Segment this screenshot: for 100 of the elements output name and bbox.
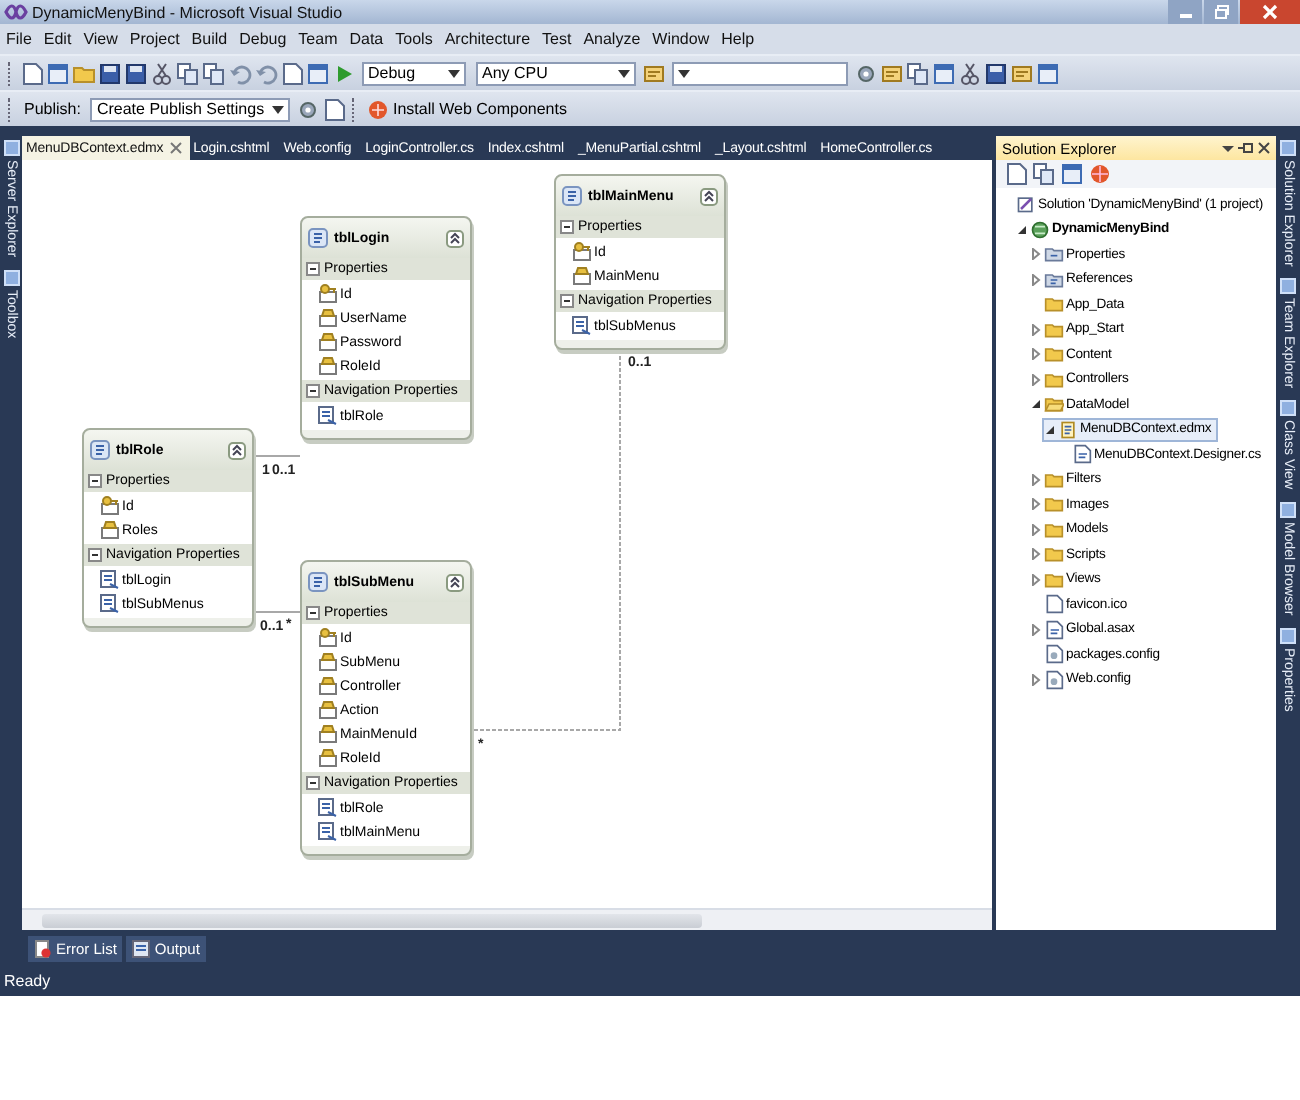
restore-button[interactable] — [1204, 0, 1238, 24]
collapsed-arrow-icon[interactable] — [1030, 348, 1042, 361]
close-button[interactable] — [1240, 0, 1300, 24]
menu-item[interactable]: Edit — [43, 30, 72, 48]
expanded-arrow-icon[interactable] — [1016, 223, 1028, 236]
menu-item[interactable]: Test — [542, 30, 572, 48]
window-icon[interactable] — [1060, 162, 1084, 186]
window-title: DynamicMenyBind - Microsoft Visual Studio — [32, 3, 343, 21]
expanded-arrow-icon[interactable] — [1030, 398, 1042, 411]
navigation-property-icon — [318, 406, 338, 426]
copy-icon[interactable] — [176, 61, 200, 85]
collapsed-arrow-icon[interactable] — [1030, 573, 1042, 586]
solution-icon — [1016, 194, 1036, 215]
entity-icon — [562, 186, 582, 206]
menu-item[interactable]: Data — [349, 30, 384, 48]
collapsed-arrow-icon[interactable] — [1030, 273, 1042, 286]
error-list-icon — [34, 939, 52, 957]
file-icon — [1044, 594, 1064, 615]
expanded-arrow-icon[interactable] — [1044, 423, 1056, 436]
collapsed-arrow-icon[interactable] — [1030, 523, 1042, 536]
entity-icon — [308, 572, 328, 592]
menu-item[interactable]: Tools — [395, 30, 433, 48]
page-icon[interactable] — [20, 61, 44, 85]
minimize-button[interactable] — [1168, 0, 1202, 24]
window-icon — [1280, 140, 1296, 156]
horizontal-scrollbar[interactable] — [22, 908, 992, 930]
folder-icon — [1044, 519, 1064, 540]
window-icon[interactable] — [1036, 61, 1060, 85]
close-icon[interactable] — [169, 142, 182, 154]
collapse-icon[interactable] — [306, 384, 320, 398]
collapse-icon[interactable] — [88, 548, 102, 562]
navigation-property-icon — [318, 798, 338, 818]
navigation-property-icon — [572, 316, 592, 336]
menu-item[interactable]: Help — [721, 30, 755, 48]
window-icon — [1280, 501, 1296, 518]
window-icon[interactable] — [306, 61, 330, 85]
code-file-icon — [1044, 619, 1064, 640]
page-icon[interactable] — [322, 97, 347, 121]
folder-icon — [1044, 469, 1064, 490]
undo-icon[interactable] — [228, 61, 252, 85]
entity-icon — [308, 228, 328, 248]
menu-item[interactable]: Build — [191, 30, 228, 48]
window-icon[interactable] — [46, 61, 70, 85]
copy-icon[interactable] — [1032, 162, 1056, 186]
logo-icon — [4, 4, 28, 20]
copy-icon[interactable] — [202, 61, 226, 85]
collapsed-arrow-icon[interactable] — [1030, 323, 1042, 336]
close-icon — [1262, 4, 1278, 20]
window-icon — [3, 140, 19, 156]
restore-icon — [1213, 4, 1229, 20]
collapse-icon[interactable] — [88, 474, 102, 488]
undo-icon[interactable] — [254, 61, 278, 85]
collapsed-arrow-icon[interactable] — [1030, 548, 1042, 561]
menu-item[interactable]: Analyze — [583, 30, 641, 48]
folder-icon — [1044, 569, 1064, 590]
collapse-icon[interactable] — [306, 262, 320, 276]
collapse-icon[interactable] — [560, 220, 574, 234]
close-icon[interactable] — [1258, 142, 1270, 154]
collapsed-arrow-icon[interactable] — [1030, 623, 1042, 636]
menu-item[interactable]: Team — [298, 30, 338, 48]
dropdown-arrow-icon — [618, 69, 630, 77]
window-icon[interactable] — [932, 61, 956, 85]
collapse-icon[interactable] — [700, 187, 718, 205]
scissors-icon[interactable] — [958, 61, 982, 85]
collapse-icon[interactable] — [446, 229, 464, 247]
navigation-property-icon — [100, 594, 120, 614]
play-icon[interactable] — [332, 61, 356, 85]
folder-icon — [1044, 369, 1064, 390]
navigation-property-icon — [318, 822, 338, 842]
menu-item[interactable]: Project — [129, 30, 180, 48]
collapsed-arrow-icon[interactable] — [1030, 373, 1042, 386]
collapse-icon[interactable] — [306, 776, 320, 790]
window-icon — [1280, 278, 1296, 295]
pin-icon[interactable] — [1238, 142, 1254, 154]
collapse-icon[interactable] — [306, 606, 320, 620]
collapse-icon[interactable] — [446, 573, 464, 591]
platform-dropdown[interactable]: Any CPU — [476, 61, 636, 85]
scissors-icon[interactable] — [150, 61, 174, 85]
install-button[interactable]: Install Web Components — [364, 97, 571, 121]
page-icon[interactable] — [280, 61, 304, 85]
publish-label: Publish: — [24, 100, 81, 118]
collapsed-arrow-icon[interactable] — [1030, 498, 1042, 511]
dropdown-icon[interactable] — [1222, 142, 1234, 154]
navigation-property-icon — [100, 570, 120, 590]
configuration-dropdown[interactable]: Debug — [362, 61, 466, 85]
publish-profile-dropdown[interactable]: Create Publish Settings — [90, 97, 291, 121]
collapsed-arrow-icon[interactable] — [1030, 473, 1042, 486]
entity-icon — [90, 440, 110, 460]
collapse-icon[interactable] — [560, 294, 574, 308]
copy-icon[interactable] — [906, 61, 930, 85]
folder-icon — [1044, 319, 1064, 340]
menu-item[interactable]: Architecture — [444, 30, 531, 48]
find-combo[interactable] — [672, 61, 848, 85]
menu-item[interactable]: Window — [652, 30, 710, 48]
menu-item[interactable]: Debug — [239, 30, 287, 48]
collapse-icon[interactable] — [228, 441, 246, 459]
collapsed-arrow-icon[interactable] — [1030, 248, 1042, 261]
menu-item[interactable]: File — [6, 30, 32, 48]
menu-item[interactable]: View — [83, 30, 118, 48]
collapsed-arrow-icon[interactable] — [1030, 673, 1042, 686]
